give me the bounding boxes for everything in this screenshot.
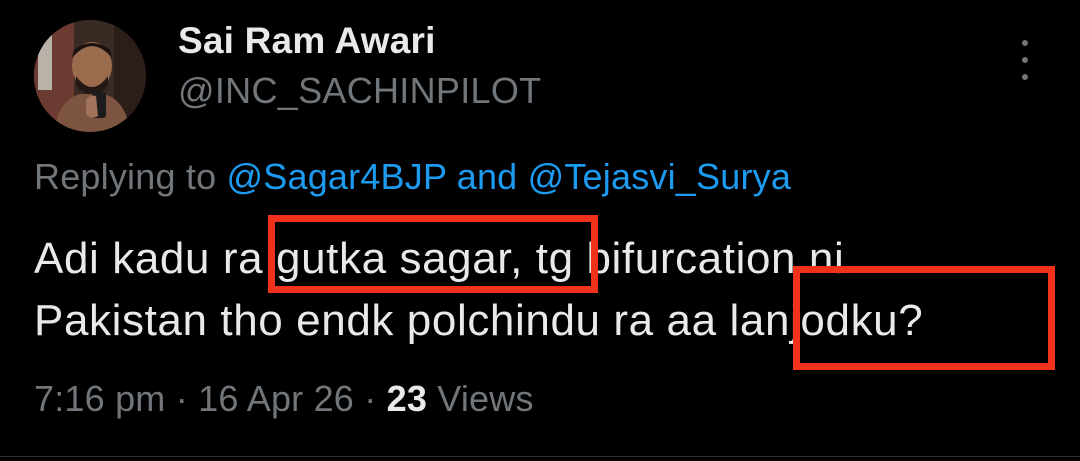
mention-link-2[interactable]: @Tejasvi_Surya [528, 156, 791, 197]
tweet-body: Adi kadu ra gutka sagar, tg bifurcation … [34, 228, 1054, 352]
divider [0, 456, 1080, 457]
meta-separator: · [175, 378, 188, 419]
meta-separator: · [364, 378, 377, 419]
vertical-ellipsis-icon [1022, 57, 1028, 63]
tweet-text-segment: Pakistan tho endk polchindu ra a [34, 296, 692, 345]
profile-photo [34, 20, 146, 132]
mention-link-1[interactable]: @Sagar4BJP [227, 156, 447, 197]
views-count: 23 [386, 378, 428, 419]
vertical-ellipsis-icon [1022, 40, 1028, 46]
tweet-text-segment: tg bifurcation ni [522, 234, 845, 283]
tweet-line-1: Adi kadu ra gutka sagar, tg bifurcation … [34, 228, 1054, 290]
author-display-name[interactable]: Sai Ram Awari [178, 20, 436, 62]
vertical-ellipsis-icon [1022, 74, 1028, 80]
more-options-button[interactable] [1010, 36, 1040, 84]
views-label: Views [437, 378, 534, 419]
replying-to-prefix: Replying to [34, 156, 217, 197]
tweet-meta: 7:16 pm · 16 Apr 26 · 23 Views [34, 378, 534, 420]
tweet-text-segment: Adi kadu r [34, 234, 239, 283]
replying-to: Replying to @Sagar4BJP and @Tejasvi_Sury… [34, 156, 791, 198]
author-handle[interactable]: @INC_SACHINPILOT [178, 70, 541, 112]
tweet-time[interactable]: 7:16 pm [34, 378, 165, 419]
replying-to-conjunction: and [456, 156, 518, 197]
tweet-text-segment: a gutka sagar, [238, 234, 523, 283]
avatar[interactable] [34, 20, 146, 132]
tweet-line-2: Pakistan tho endk polchindu ra aa lanjod… [34, 290, 1054, 352]
tweet-text-segment: a lanjodku? [691, 296, 924, 345]
tweet-date[interactable]: 16 Apr 26 [198, 378, 354, 419]
